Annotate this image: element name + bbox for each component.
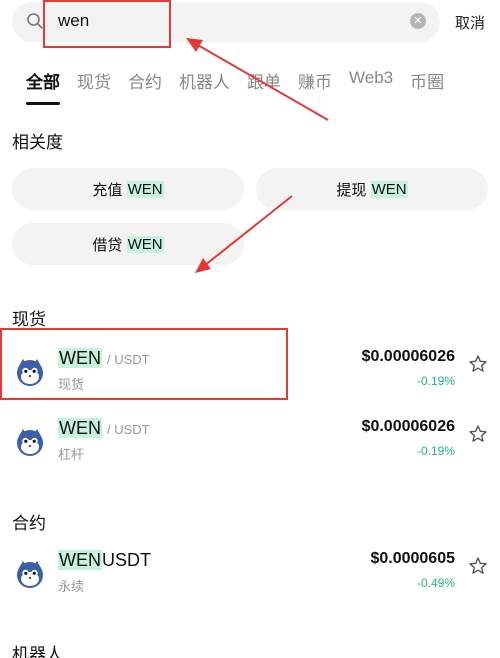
market-type: 永续 [58,579,85,594]
chip-prefix: 提现 [336,181,367,199]
chip-keyword: WEN [126,235,164,253]
section-title-relevance: 相关度 [12,133,63,152]
pair-name: WEN / USDT [58,418,150,439]
pair-name: WENUSDT [58,550,151,571]
price-change: -0.19% [416,444,455,458]
loan-wen-chip[interactable]: 借贷 WEN [12,223,244,265]
price: $0.00006026 [361,418,455,435]
section-title-futures: 合约 [12,514,46,533]
price: $0.0000605 [370,550,455,567]
tab-copy-trading[interactable]: 跟单 [247,68,281,96]
futures-row-wenusdt[interactable]: WENUSDT 永续 $0.0000605 -0.49% [0,546,500,610]
clear-icon[interactable]: ✕ [410,13,426,29]
annotation-box-spot-row [0,328,288,400]
chip-prefix: 借贷 [92,236,123,254]
price-change: -0.49% [416,576,455,590]
section-title-spot: 现货 [12,310,46,329]
star-icon[interactable] [468,354,488,374]
tab-earn[interactable]: 赚币 [298,68,332,96]
tab-spot[interactable]: 现货 [77,68,111,96]
price-change: -0.19% [416,374,455,388]
wen-coin-avatar [17,429,43,456]
star-icon[interactable] [468,556,488,576]
deposit-wen-chip[interactable]: 充值 WEN [12,168,244,210]
market-type: 杠杆 [58,447,85,462]
category-tabs: 全部 现货 合约 机器人 跟单 赚币 Web3 币圈 [26,68,461,108]
margin-row-wen-usdt[interactable]: WEN / USDT 杠杆 $0.00006026 -0.19% [0,414,500,478]
wen-coin-avatar [17,561,43,588]
tab-futures[interactable]: 合约 [128,68,162,96]
tab-web3[interactable]: Web3 [349,68,393,96]
pair-quote: / USDT [107,422,150,437]
section-title-bots: 机器人 [12,645,63,658]
search-icon [27,13,43,29]
chip-keyword: WEN [126,180,164,198]
pair-base: WEN [58,418,102,438]
cancel-button[interactable]: 取消 [455,12,485,33]
pair-base: WEN [58,550,102,570]
price: $0.00006026 [361,348,455,365]
tab-all[interactable]: 全部 [26,68,60,105]
chip-prefix: 充值 [92,181,123,199]
tab-bots[interactable]: 机器人 [179,68,230,96]
chip-keyword: WEN [370,180,408,198]
tab-crypto-circle[interactable]: 币圈 [410,68,444,96]
pair-suffix: USDT [102,550,151,570]
annotation-box-search [43,0,171,48]
star-icon[interactable] [468,424,488,444]
withdraw-wen-chip[interactable]: 提现 WEN [256,168,488,210]
